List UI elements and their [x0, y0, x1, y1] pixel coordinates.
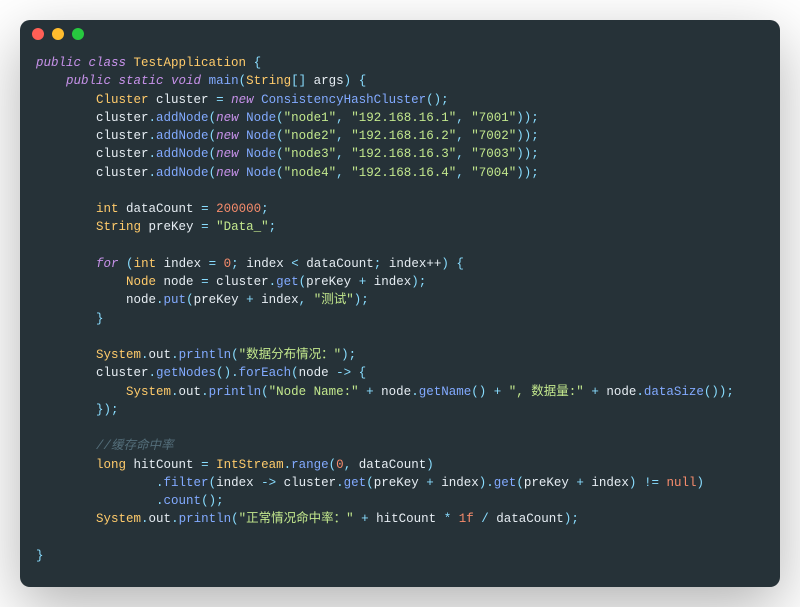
kw-psv: public static void	[66, 74, 201, 88]
fn-count: count	[164, 494, 202, 508]
kw-new: new	[231, 93, 254, 107]
var-datacount: dataCount	[126, 202, 194, 216]
fn-main: main	[209, 74, 239, 88]
type-long: long	[96, 458, 126, 472]
fn-get: get	[276, 275, 299, 289]
str-nodename: "Node Name:"	[269, 385, 359, 399]
str-ip2: "192.168.16.2"	[351, 129, 456, 143]
fn-range: range	[291, 458, 329, 472]
var-cluster: cluster	[156, 93, 209, 107]
str-ip1: "192.168.16.1"	[351, 111, 456, 125]
str-port4: "7004"	[471, 166, 516, 180]
str-port1: "7001"	[471, 111, 516, 125]
var-hitcount: hitCount	[134, 458, 194, 472]
str-port2: "7002"	[471, 129, 516, 143]
num-1f: 1f	[459, 512, 474, 526]
str-ip4: "192.168.16.4"	[351, 166, 456, 180]
type-string: String	[246, 74, 291, 88]
param-args: args	[314, 74, 344, 88]
str-ip3: "192.168.16.3"	[351, 147, 456, 161]
fn-foreach: forEach	[239, 366, 292, 380]
minimize-icon[interactable]	[52, 28, 64, 40]
fn-println: println	[179, 348, 232, 362]
str-test: "测试"	[314, 293, 354, 307]
fn-addnode: addNode	[156, 111, 209, 125]
fn-getnodes: getNodes	[156, 366, 216, 380]
str-port3: "7003"	[471, 147, 516, 161]
kw-for: for	[96, 257, 119, 271]
close-icon[interactable]	[32, 28, 44, 40]
str-data: "Data_"	[216, 220, 269, 234]
ctor-node: Node	[246, 111, 276, 125]
str-node2: "node2"	[284, 129, 337, 143]
code-window: public class TestApplication { public st…	[20, 20, 780, 587]
str-datasize-label: ", 数据量:"	[509, 385, 584, 399]
str-node4: "node4"	[284, 166, 337, 180]
class-name: TestApplication	[134, 56, 247, 70]
type-cluster: Cluster	[96, 93, 149, 107]
code-block: public class TestApplication { public st…	[20, 48, 780, 587]
kw-public-class: public class	[36, 56, 126, 70]
ctor-chc: ConsistencyHashCluster	[261, 93, 426, 107]
str-dist: "数据分布情况："	[239, 348, 342, 362]
comment-cache: //缓存命中率	[96, 439, 174, 453]
kw-null: null	[666, 476, 696, 490]
fn-filter: filter	[164, 476, 209, 490]
fn-datasize: dataSize	[644, 385, 704, 399]
fn-put: put	[164, 293, 187, 307]
cls-system: System	[96, 348, 141, 362]
cls-intstream: IntStream	[216, 458, 284, 472]
maximize-icon[interactable]	[72, 28, 84, 40]
titlebar	[20, 20, 780, 48]
type-int: int	[96, 202, 119, 216]
str-hitrate: "正常情况命中率："	[239, 512, 354, 526]
str-node1: "node1"	[284, 111, 337, 125]
str-node3: "node3"	[284, 147, 337, 161]
num-200000: 200000	[216, 202, 261, 216]
inc-expr: index++	[389, 257, 442, 271]
var-prekey: preKey	[149, 220, 194, 234]
type-string2: String	[96, 220, 141, 234]
fn-getname: getName	[419, 385, 472, 399]
